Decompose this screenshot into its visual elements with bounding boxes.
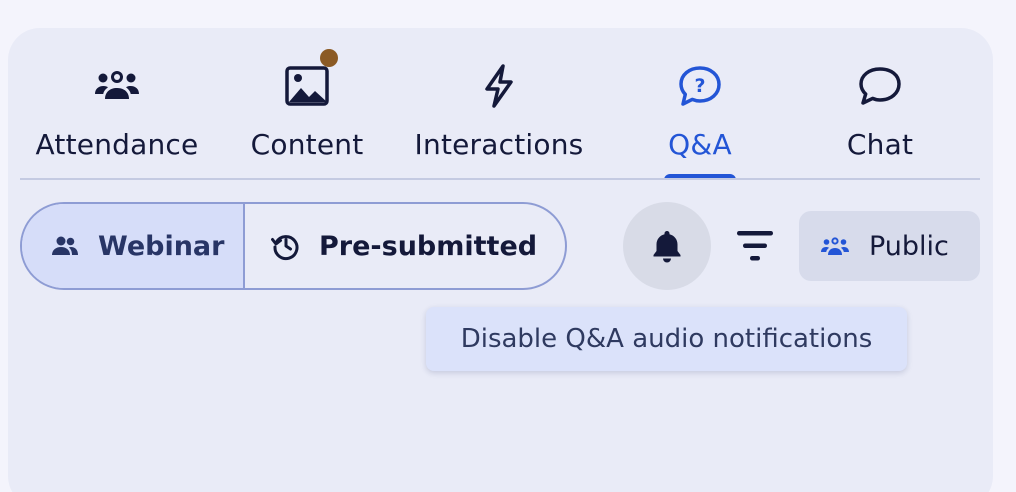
webinar-label: Webinar xyxy=(98,230,225,262)
history-icon xyxy=(271,231,301,261)
people-icon xyxy=(52,236,78,256)
audio-notifications-button[interactable] xyxy=(623,202,711,290)
tab-label: Attendance xyxy=(35,128,199,161)
tooltip: Disable Q&A audio notifications xyxy=(426,307,907,371)
filter-icon xyxy=(736,228,774,264)
question-bubble-icon: ? xyxy=(677,63,723,109)
tooltip-text: Disable Q&A audio notifications xyxy=(460,324,873,354)
filter-button[interactable] xyxy=(724,218,786,274)
svg-text:?: ? xyxy=(694,75,705,97)
presubmitted-label: Pre-submitted xyxy=(319,230,538,262)
people-group-icon xyxy=(821,235,849,257)
tab-chat[interactable]: Chat xyxy=(836,28,924,180)
tab-label: Interactions xyxy=(414,128,584,161)
tab-interactions[interactable]: Interactions xyxy=(413,28,585,180)
visibility-public-button[interactable]: Public xyxy=(799,211,980,281)
tab-qa[interactable]: ? Q&A xyxy=(640,28,760,180)
tab-attendance[interactable]: Attendance xyxy=(33,28,201,180)
qa-panel: Attendance Content Interactions ? Q&A Ch… xyxy=(8,28,993,492)
tab-divider xyxy=(20,178,980,180)
tab-content[interactable]: Content xyxy=(240,28,374,180)
people-group-icon xyxy=(94,63,140,109)
image-icon xyxy=(284,49,338,109)
tab-label: Chat xyxy=(846,128,914,161)
lightning-bolt-icon xyxy=(476,63,522,109)
tab-label: Q&A xyxy=(668,128,732,161)
webinar-segment[interactable]: Webinar xyxy=(22,204,245,288)
source-toggle: Webinar Pre-submitted xyxy=(20,202,567,290)
tab-bar: Attendance Content Interactions ? Q&A Ch… xyxy=(20,28,980,180)
bell-icon xyxy=(651,229,683,263)
chat-bubble-icon xyxy=(857,63,903,109)
notification-dot xyxy=(320,49,338,67)
presubmitted-segment[interactable]: Pre-submitted xyxy=(245,204,565,288)
tab-label: Content xyxy=(250,128,364,161)
public-label: Public xyxy=(869,230,949,262)
